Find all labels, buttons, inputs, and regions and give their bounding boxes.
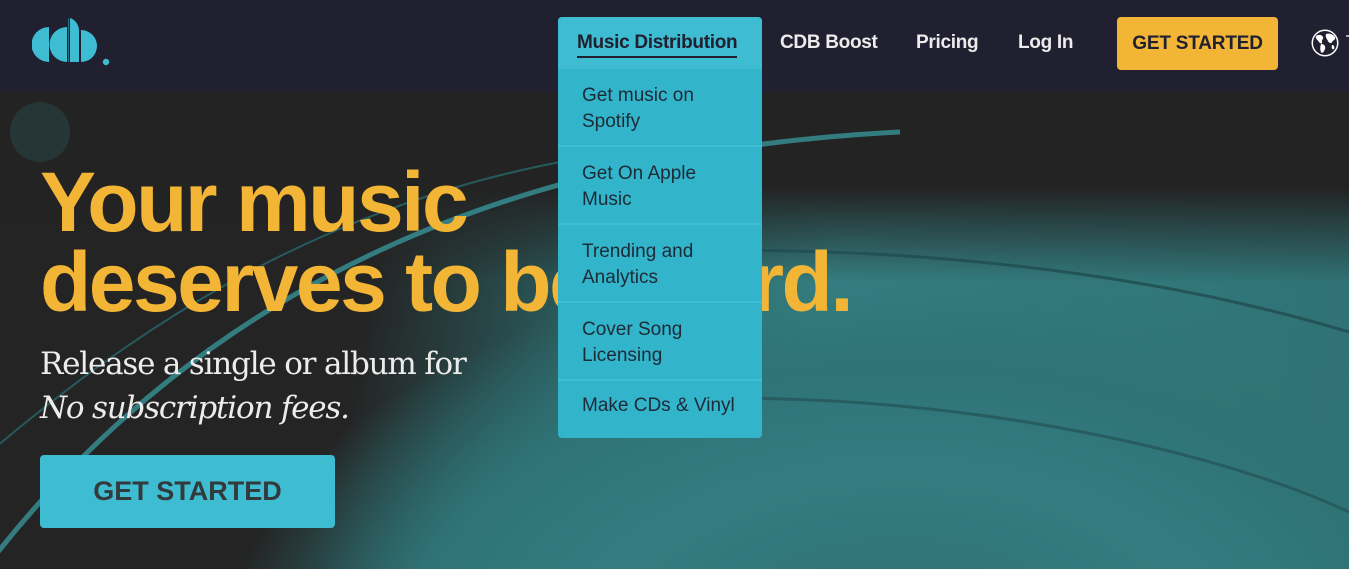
dropdown-item-trending-analytics[interactable]: Trending and Analytics xyxy=(558,225,762,303)
hero-get-started-button[interactable]: GET STARTED xyxy=(40,455,335,528)
subtitle-text: Release a single or album for xyxy=(40,346,467,382)
music-distribution-dropdown: Music Distribution Get music on Spotify … xyxy=(558,17,762,438)
dropdown-item-spotify[interactable]: Get music on Spotify xyxy=(558,69,762,147)
nav-log-in[interactable]: Log In xyxy=(1018,32,1073,54)
subtitle-emphasis: No subscription fees. xyxy=(40,390,350,426)
globe-icon[interactable] xyxy=(1310,28,1340,58)
dropdown-item-cds-vinyl[interactable]: Make CDs & Vinyl xyxy=(558,381,762,431)
nav-cdb-boost[interactable]: CDB Boost xyxy=(780,32,878,54)
hero-subtitle: Release a single or album for No subscri… xyxy=(40,342,467,430)
cdb-logo[interactable] xyxy=(32,16,112,68)
dropdown-item-cover-song-licensing[interactable]: Cover Song Licensing xyxy=(558,303,762,381)
nav-get-started-button[interactable]: GET STARTED xyxy=(1117,17,1278,70)
dropdown-item-apple-music[interactable]: Get On Apple Music xyxy=(558,147,762,225)
nav-music-distribution[interactable]: Music Distribution xyxy=(558,17,762,69)
nav-pricing[interactable]: Pricing xyxy=(916,32,979,54)
nav-music-distribution-label[interactable]: Music Distribution xyxy=(577,32,738,58)
